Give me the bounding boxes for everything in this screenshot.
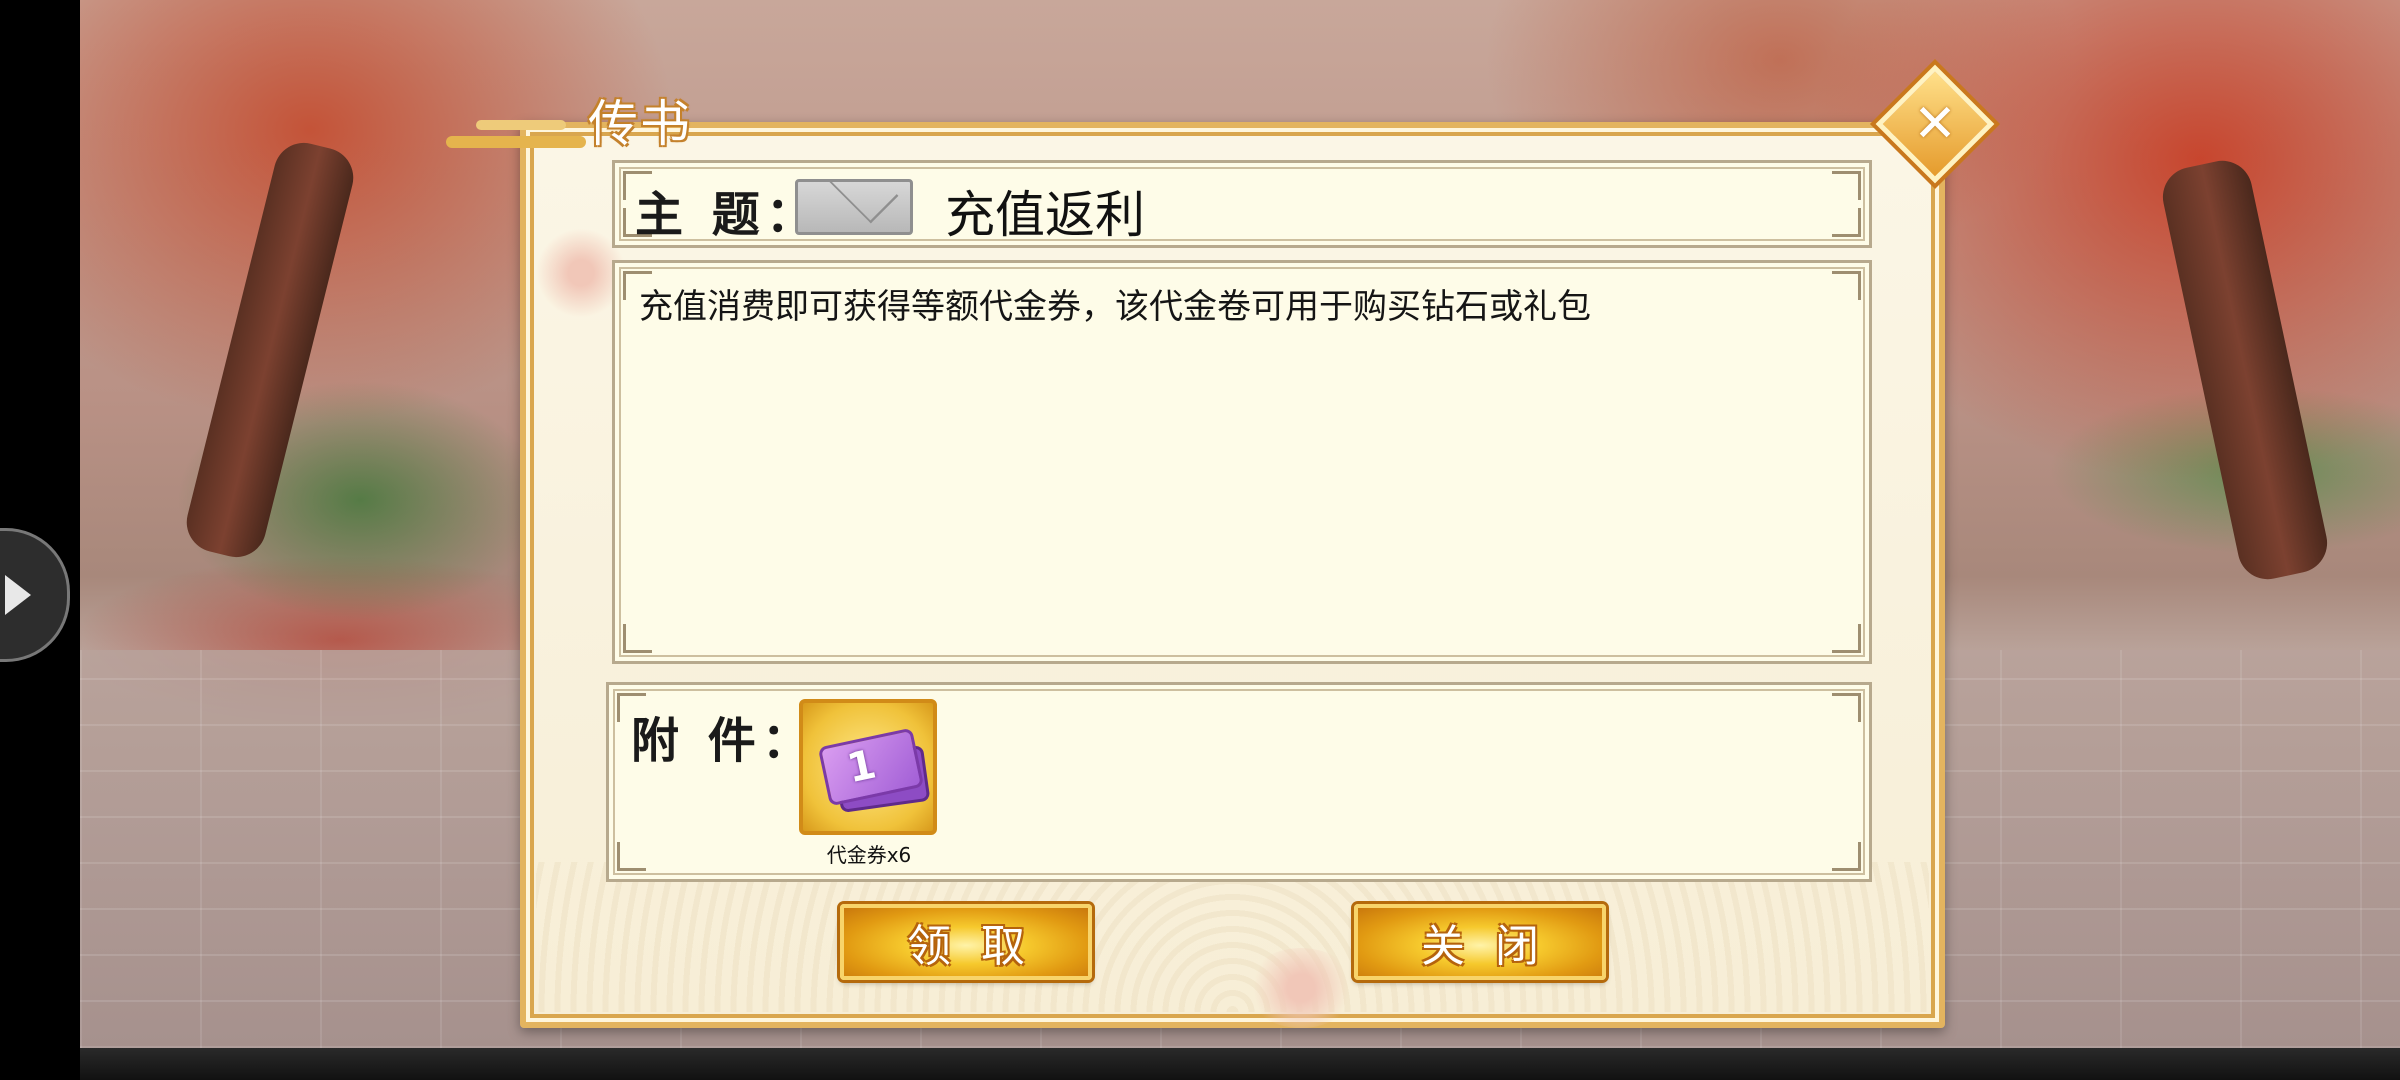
subject-panel: 主 题： 充值返利 (612, 160, 1872, 248)
game-screen: 传书 ✕ 主 题： 充值返利 充值消费即可获得等额代金券，该代金卷可用于购买钻石… (0, 0, 2400, 1080)
attachment-label: 附 件： (631, 713, 816, 769)
ribbon-bar (446, 136, 586, 148)
tree-trunk-left (180, 136, 360, 564)
side-expand-icon (5, 575, 31, 615)
subject-text: 充值返利 (945, 186, 1145, 244)
wave-pattern (536, 862, 1929, 1012)
subject-label: 主 题： (635, 187, 820, 243)
attachment-panel: 附 件： 1 代金券x6 (606, 682, 1872, 882)
claim-button-label: 领取 (907, 921, 1055, 972)
ribbon-bar (476, 120, 566, 130)
close-button-label: 关闭 (1421, 921, 1569, 972)
bottom-letterbox (80, 1048, 2400, 1080)
claim-button[interactable]: 领取 (840, 904, 1092, 980)
message-body-text: 充值消费即可获得等额代金券，该代金卷可用于购买钻石或礼包 (639, 287, 1591, 327)
flower-decoration (1246, 948, 1356, 1028)
dialog-title: 传书 (588, 95, 692, 153)
close-icon: ✕ (1913, 94, 1957, 154)
message-body-panel[interactable]: 充值消费即可获得等额代金券，该代金卷可用于购买钻石或礼包 (612, 260, 1872, 664)
close-button[interactable]: 关闭 (1354, 904, 1606, 980)
mail-icon (795, 179, 913, 235)
voucher-number: 1 (843, 741, 881, 793)
attachment-caption: 代金券x6 (826, 843, 912, 867)
attachment-item-voucher[interactable]: 1 (799, 699, 937, 835)
tree-trunk-right (2157, 155, 2333, 585)
